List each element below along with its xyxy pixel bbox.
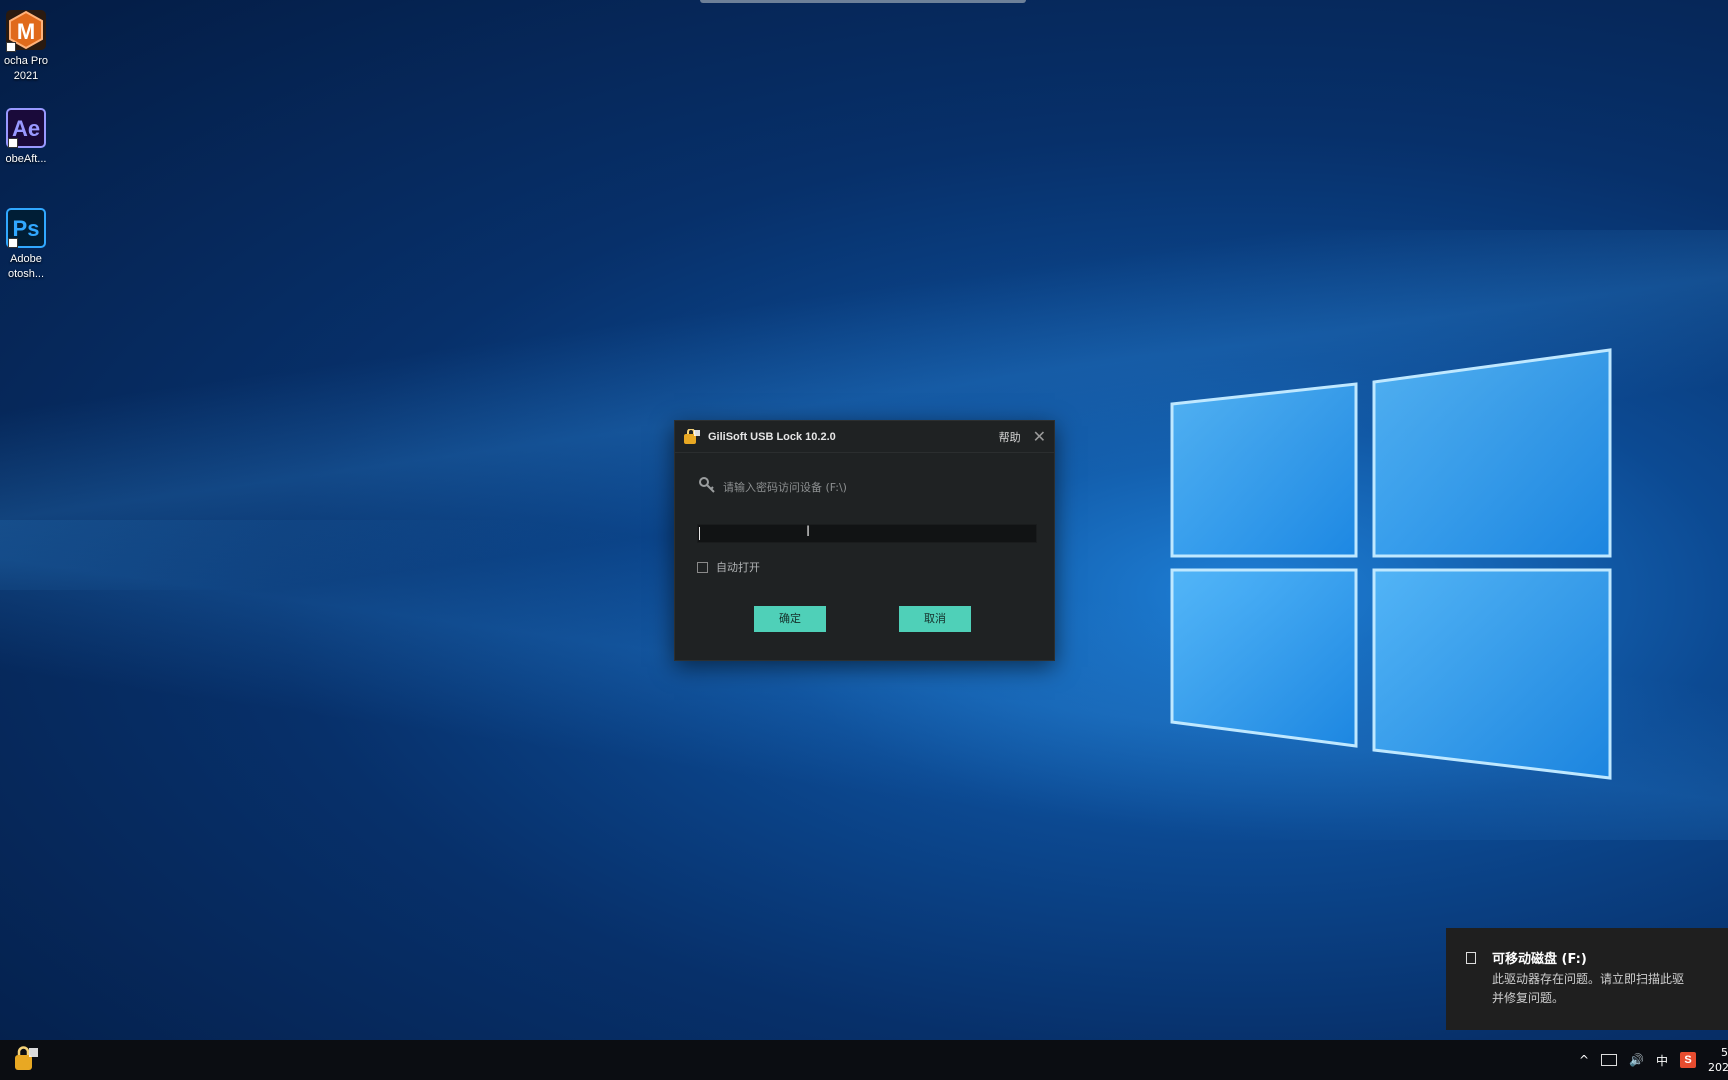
network-icon[interactable] (1601, 1054, 1618, 1066)
close-icon[interactable]: ✕ (1033, 428, 1046, 445)
text-caret (699, 527, 700, 540)
dialog-title: GiliSoft USB Lock 10.2.0 (708, 430, 836, 443)
system-tray: ^ 🔊 中 S 5 202 (1579, 1040, 1728, 1080)
desktop-icon-after-effects[interactable]: Ae obeAft... (0, 108, 52, 167)
desktop-icon-caption: obeAft... (5, 153, 47, 165)
auto-open-option[interactable]: 自动打开 (697, 559, 760, 575)
volume-icon[interactable]: 🔊 (1629, 1053, 1644, 1067)
dialog-titlebar[interactable]: GiliSoft USB Lock 10.2.0 帮助 ✕ (675, 421, 1054, 453)
after-effects-icon: Ae (6, 108, 46, 148)
cancel-button[interactable]: 取消 (899, 606, 971, 632)
ibeam-cursor-icon: I (806, 524, 811, 540)
antivirus-tray-icon[interactable]: S (1680, 1052, 1696, 1068)
windows-logo-wallpaper (1170, 348, 1612, 780)
usb-lock-app-icon (683, 427, 701, 445)
desktop-icon-mocha-pro[interactable]: M ocha Pro 2021 (0, 10, 52, 84)
desktop-icon-caption: ocha Pro 2021 (3, 55, 49, 82)
show-hidden-icons-icon[interactable]: ^ (1579, 1053, 1589, 1067)
usb-lock-taskbar-icon (15, 1046, 38, 1070)
ok-button[interactable]: 确定 (754, 606, 826, 632)
usb-drive-icon (1466, 952, 1476, 964)
notification-body: 此驱动器存在问题。请立即扫描此驱 并修复问题。 (1492, 972, 1685, 1005)
top-edge-strip (700, 0, 1026, 3)
password-prompt-text: 请输入密码访问设备 (F:\) (723, 481, 847, 494)
auto-open-checkbox[interactable] (697, 561, 708, 573)
removable-disk-notification[interactable]: 可移动磁盘 (F:) 此驱动器存在问题。请立即扫描此驱 并修复问题。 (1446, 928, 1728, 1030)
taskbar-usb-lock-app[interactable] (12, 1046, 44, 1074)
notification-title: 可移动磁盘 (F:) (1492, 952, 1587, 967)
usb-lock-password-dialog: GiliSoft USB Lock 10.2.0 帮助 ✕ 请输入密码访问设备 … (674, 420, 1055, 661)
shortcut-arrow-icon (8, 238, 18, 248)
key-icon (699, 477, 715, 497)
photoshop-icon: Ps (6, 208, 46, 248)
auto-open-label: 自动打开 (716, 561, 760, 574)
ime-indicator[interactable]: 中 (1656, 1052, 1668, 1069)
taskbar: ^ 🔊 中 S 5 202 (0, 1040, 1728, 1080)
help-link[interactable]: 帮助 (999, 429, 1021, 445)
password-prompt-row: 请输入密码访问设备 (F:\) (699, 477, 847, 497)
shortcut-arrow-icon (6, 42, 16, 52)
taskbar-clock[interactable]: 5 202 (1708, 1045, 1728, 1075)
desktop-icon-caption: Adobe otosh... (7, 253, 45, 280)
shortcut-arrow-icon (8, 138, 18, 148)
password-input[interactable] (697, 524, 1037, 543)
desktop-icon-photoshop[interactable]: Ps Adobe otosh... (0, 208, 52, 282)
mocha-pro-icon: M (6, 10, 46, 52)
